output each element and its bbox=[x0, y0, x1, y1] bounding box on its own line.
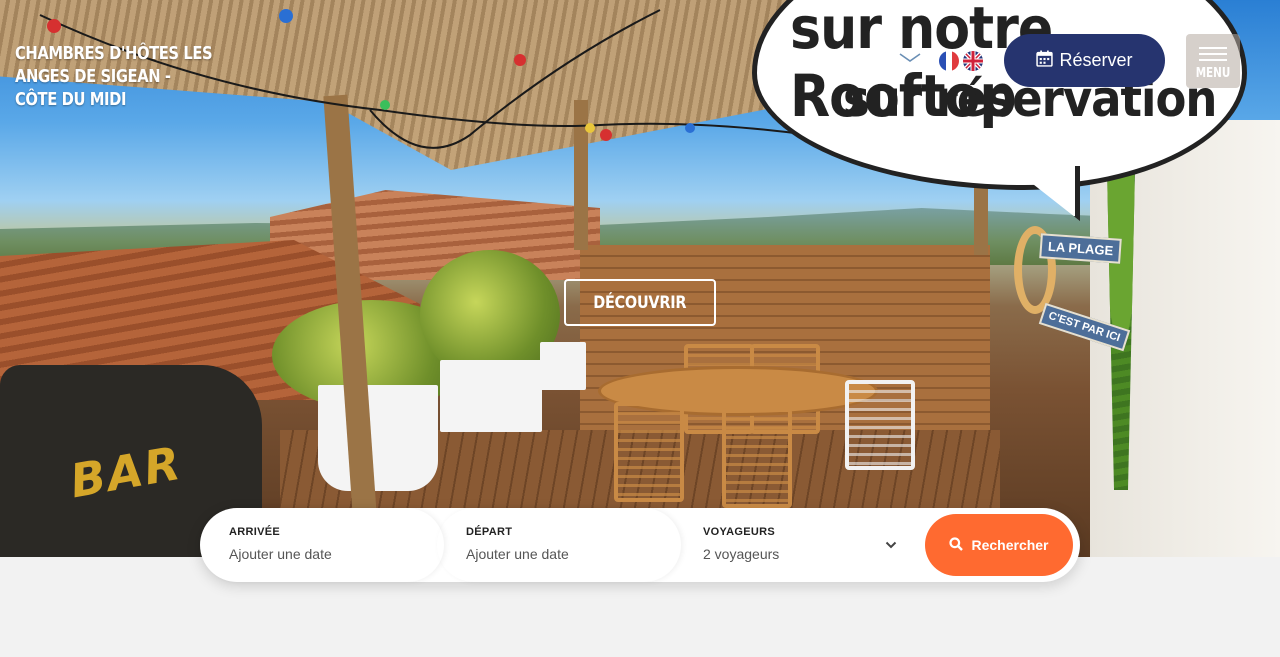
guests-value: 2 voyageurs bbox=[703, 546, 780, 562]
menu-label: MENU bbox=[1195, 66, 1231, 81]
search-label: Rechercher bbox=[971, 537, 1049, 553]
chevron-down-icon[interactable] bbox=[885, 539, 897, 551]
white-planter bbox=[540, 342, 586, 390]
flag-uk-icon[interactable] bbox=[962, 50, 984, 72]
phone-icon[interactable] bbox=[860, 48, 884, 72]
calendar-icon bbox=[1036, 50, 1054, 72]
departure-input[interactable]: Ajouter une date bbox=[466, 546, 569, 562]
menu-button[interactable]: MENU bbox=[1186, 34, 1240, 88]
guests-select[interactable]: VOYAGEURS 2 voyageurs bbox=[674, 508, 910, 582]
search-icon bbox=[949, 536, 964, 554]
departure-label: DÉPART bbox=[466, 526, 513, 538]
arrival-input[interactable]: Ajouter une date bbox=[229, 546, 332, 562]
guests-label: VOYAGEURS bbox=[703, 526, 775, 538]
white-planter bbox=[318, 385, 438, 491]
booking-search-bar: ARRIVÉE Ajouter une date DÉPART Ajouter … bbox=[200, 508, 1080, 582]
search-button[interactable]: Rechercher bbox=[925, 514, 1073, 576]
flag-fr-icon[interactable] bbox=[938, 50, 960, 72]
white-planter bbox=[440, 360, 542, 432]
brand-line2: CÔTE DU MIDI bbox=[15, 89, 127, 110]
discover-button[interactable]: DÉCOUVRIR bbox=[564, 279, 716, 326]
pergola-beam bbox=[574, 100, 588, 250]
white-chair bbox=[845, 380, 915, 470]
discover-label: DÉCOUVRIR bbox=[593, 292, 687, 313]
reserve-label: Réserver bbox=[1059, 50, 1133, 70]
envelope-icon[interactable] bbox=[897, 48, 923, 72]
arrival-label: ARRIVÉE bbox=[229, 526, 280, 538]
arrival-date-field[interactable]: ARRIVÉE Ajouter une date bbox=[200, 508, 444, 582]
chair bbox=[722, 408, 792, 508]
departure-date-field[interactable]: DÉPART Ajouter une date bbox=[437, 508, 681, 582]
reserve-button[interactable]: Réserver bbox=[1004, 34, 1165, 87]
chair bbox=[614, 402, 684, 502]
brand-line1: CHAMBRES D'HÔTES LES ANGES DE SIGEAN - bbox=[15, 43, 213, 87]
site-logo[interactable]: CHAMBRES D'HÔTES LES ANGES DE SIGEAN - C… bbox=[15, 42, 261, 111]
